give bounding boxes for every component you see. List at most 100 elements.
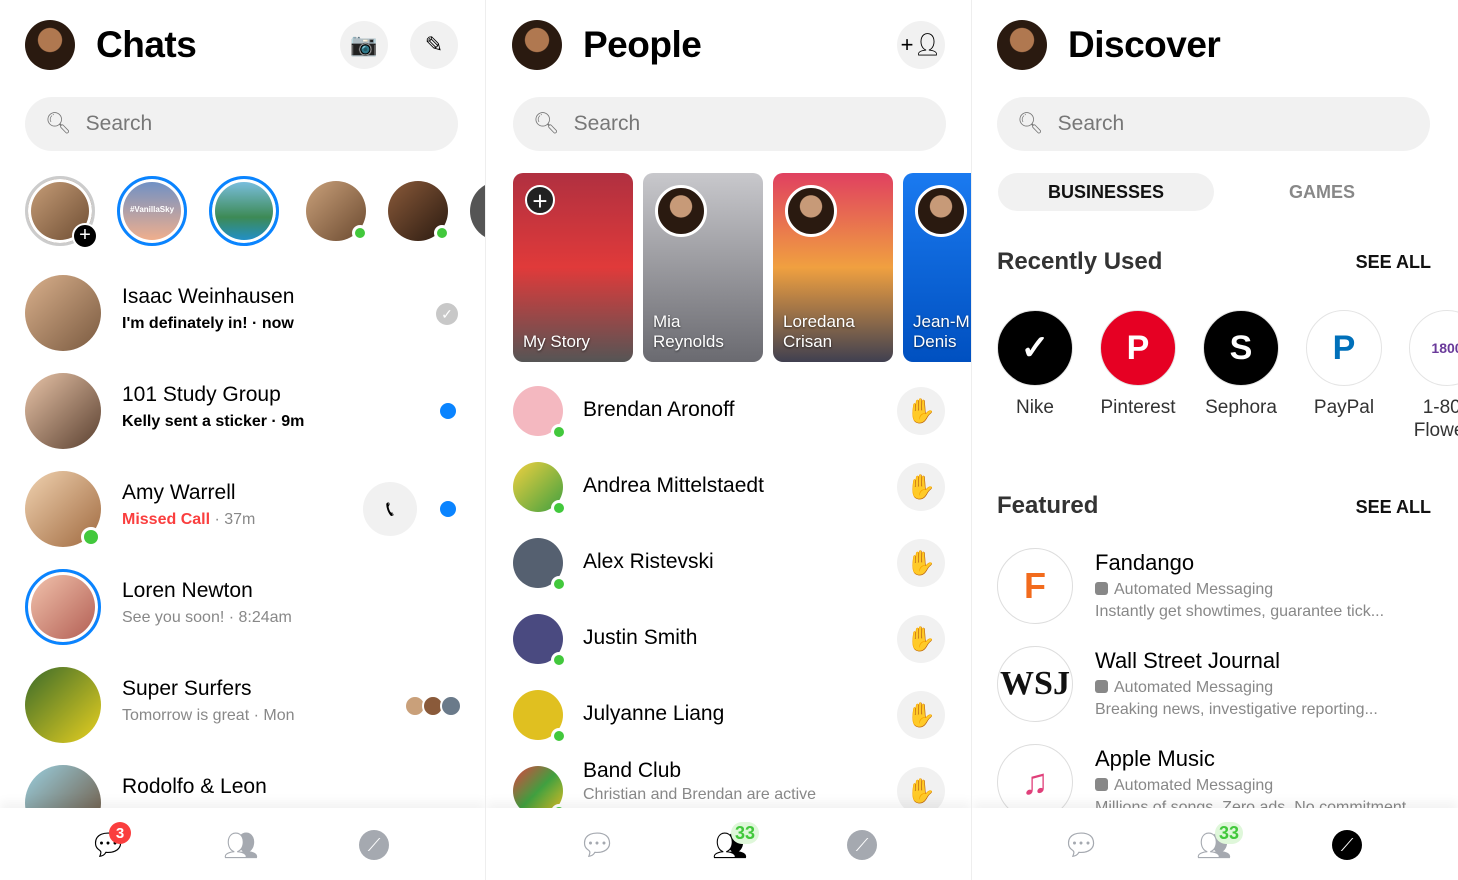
wave-button[interactable]: ✋ [897, 691, 945, 739]
profile-avatar[interactable] [512, 20, 562, 70]
wave-button[interactable]: ✋ [897, 463, 945, 511]
search-icon: 🔍︎ [45, 112, 72, 135]
search-bar[interactable]: 🔍︎ [997, 97, 1430, 151]
avatar [25, 275, 101, 351]
business-name: Fandango [1095, 550, 1195, 575]
wave-hand-icon: ✋ [906, 473, 936, 501]
business-item[interactable]: P Pinterest [1093, 310, 1183, 419]
business-name: Apple Music [1095, 746, 1215, 771]
camera-button[interactable]: 📷 [340, 21, 388, 69]
separator: · [266, 413, 282, 430]
business-logo: WSJ [997, 646, 1073, 722]
bottom-nav: 💬︎ 3 👥︎ ⟋ [0, 808, 485, 880]
tab-businesses[interactable]: BUSINESSES [998, 173, 1214, 211]
featured-row[interactable]: WSJ Wall Street Journal Automated Messagin… [972, 646, 1458, 736]
story-item[interactable] [388, 181, 450, 241]
person-row[interactable]: Julyanne Liang ✋ [486, 677, 971, 753]
featured-heading: Featured [997, 492, 1099, 519]
chat-preview: Kelly sent a sticker · 9m [122, 413, 304, 431]
chat-name: Super Surfers [122, 677, 252, 700]
wave-button[interactable]: ✋ [897, 539, 945, 587]
bottom-nav: 💬︎ 👥︎ 33 ⟋ [972, 808, 1458, 880]
avatar [513, 614, 567, 668]
active-count-badge: 33 [731, 822, 760, 844]
business-item[interactable]: ✓ Nike [990, 310, 1080, 419]
person-row[interactable]: Andrea Mittelstaedt ✋ [486, 449, 971, 525]
chat-bubble-icon: 💬︎ [1061, 828, 1101, 862]
compass-icon: ⟋ [359, 830, 389, 860]
profile-avatar[interactable] [25, 20, 75, 70]
business-description: Instantly get showtimes, guarantee tick.… [1095, 603, 1385, 620]
avatar [25, 471, 101, 547]
person-row[interactable]: Justin Smith ✋ [486, 601, 971, 677]
business-logo: P [1306, 310, 1382, 386]
story-card[interactable]: + My Story [513, 173, 633, 362]
business-item[interactable]: S Sephora [1196, 310, 1286, 419]
nav-discover[interactable]: ⟋ [357, 830, 391, 860]
chat-row[interactable]: 101 Study Group Kelly sent a sticker · 9m [0, 366, 485, 456]
search-bar[interactable]: 🔍︎ [25, 97, 458, 151]
chat-row[interactable]: Isaac Weinhausen I'm definately in! · now… [0, 268, 485, 358]
avatar [25, 667, 101, 743]
business-name: Pinterest [1100, 397, 1176, 418]
preview-text: I'm definately in! [122, 315, 248, 332]
compose-button[interactable]: ✎ [410, 21, 458, 69]
online-indicator [352, 225, 368, 241]
chat-time: 37m [224, 511, 256, 528]
wave-button[interactable]: ✋ [897, 615, 945, 663]
online-indicator [551, 652, 567, 668]
chat-row[interactable]: Super Surfers Tomorrow is great · Mon [0, 660, 485, 750]
phone-icon: 📞︎ [386, 496, 394, 521]
your-story[interactable]: + [25, 176, 98, 249]
chat-preview: See you soon! · 8:24am [122, 609, 292, 627]
wave-hand-icon: ✋ [906, 625, 936, 653]
see-all-recent-link[interactable]: SEE ALL [1356, 252, 1431, 273]
profile-avatar[interactable] [997, 20, 1047, 70]
nav-chats[interactable]: 💬︎ [1061, 828, 1101, 862]
search-input[interactable] [573, 112, 874, 136]
wave-hand-icon: ✋ [906, 777, 936, 805]
featured-row[interactable]: F Fandango Automated Messaging Instantly ge… [972, 548, 1458, 638]
see-all-featured-link[interactable]: SEE ALL [1356, 497, 1431, 518]
search-icon: 🔍︎ [533, 112, 560, 135]
person-row[interactable]: Brendan Aronoff ✋ [486, 373, 971, 449]
nav-chats[interactable]: 💬︎ [578, 829, 616, 862]
nav-people[interactable]: 👥︎ 33 [1196, 822, 1244, 861]
automated-icon [1095, 582, 1108, 595]
search-bar[interactable]: 🔍︎ [513, 97, 946, 151]
story-vanillasky[interactable]: #VanillaSky [117, 176, 187, 246]
nav-discover[interactable]: ⟋ [1330, 830, 1364, 860]
chat-row[interactable]: Loren Newton See you soon! · 8:24am [0, 562, 485, 652]
nav-chats[interactable]: 💬︎ 3 [89, 822, 131, 862]
story-card[interactable]: Mia Reynolds [643, 173, 763, 362]
nav-discover[interactable]: ⟋ [845, 830, 879, 860]
chat-preview: I'm definately in! · now [122, 315, 294, 333]
search-input[interactable] [85, 112, 386, 136]
business-name: Nike [1015, 397, 1054, 418]
story-card[interactable]: Jean-M Denis [903, 173, 971, 362]
nav-people[interactable]: 👥︎ [223, 830, 259, 861]
story-item[interactable] [209, 176, 279, 246]
wave-button[interactable]: ✋ [897, 387, 945, 435]
person-name: Julyanne Liang [583, 702, 725, 725]
add-contact-button[interactable]: +👤︎ [897, 21, 945, 69]
person-status: Christian and Brendan are active [583, 786, 817, 803]
story-item[interactable] [306, 181, 368, 241]
search-input[interactable] [1057, 112, 1358, 136]
business-logo: S [1203, 310, 1279, 386]
call-button[interactable]: 📞︎ [363, 482, 417, 536]
recently-used-heading: Recently Used [997, 248, 1163, 275]
business-item[interactable]: 1800 1-800 Flowers [1402, 310, 1458, 442]
automated-tag: Automated Messaging [1095, 581, 1273, 599]
preview-text: Tomorrow is great [122, 707, 250, 724]
business-item[interactable]: P PayPal [1299, 310, 1389, 419]
tab-games[interactable]: GAMES [1214, 173, 1430, 211]
story-name: Mia Reynolds [653, 312, 724, 351]
story-card[interactable]: Loredana Crisan [773, 173, 893, 362]
person-row[interactable]: Alex Ristevski ✋ [486, 525, 971, 601]
nav-people[interactable]: 👥︎ 33 [712, 822, 760, 861]
chat-row[interactable]: Amy Warrell Missed Call · 37m 📞︎ [0, 464, 485, 554]
automated-tag: Automated Messaging [1095, 679, 1273, 697]
business-logo: 1800 [1409, 310, 1458, 386]
story-item[interactable] [470, 181, 485, 241]
